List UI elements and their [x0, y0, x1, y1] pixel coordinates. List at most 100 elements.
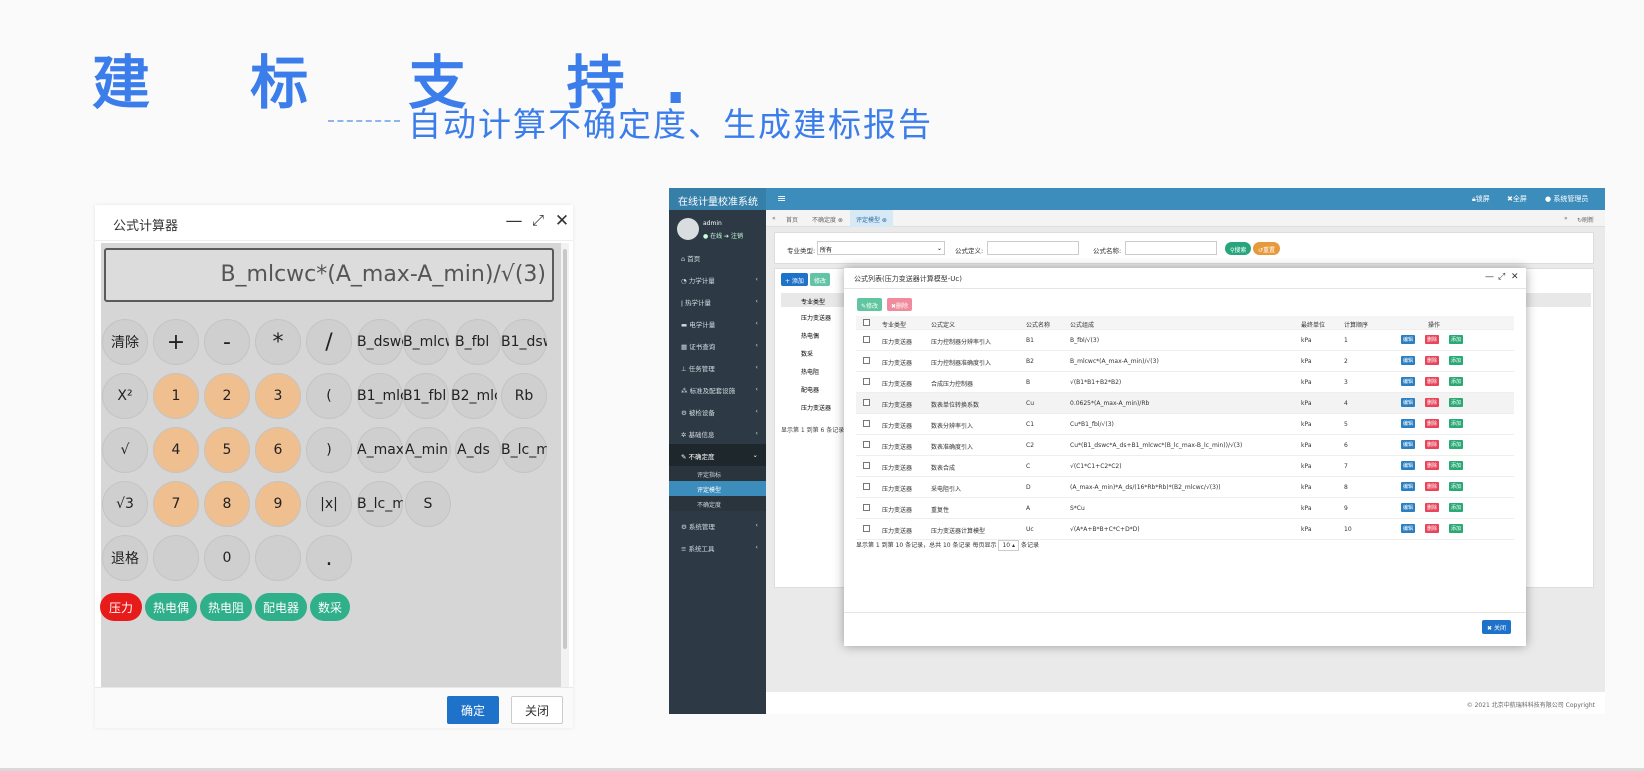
row-checkbox[interactable]	[863, 399, 870, 406]
delete-row-button[interactable]: 删除	[1425, 356, 1440, 365]
admin-user-menu[interactable]: ● 系统管理员	[1545, 194, 1588, 204]
sidebar-subitem-models[interactable]: 评定模型	[669, 481, 766, 496]
table-row[interactable]: 压力变送器 数表合成 C √(C1*C1+C2*C2) kPa 7 编辑 删除 添加	[856, 456, 1514, 477]
sidebar-item-tasks[interactable]: ⊥ 任务管理 ‹	[669, 356, 766, 378]
sidebar-item-uncertainty[interactable]: ✎ 不确定度 ⌄	[669, 444, 766, 466]
lock-screen-link[interactable]: 🔒︎锁屏	[1472, 194, 1490, 204]
close-button[interactable]: 关闭	[511, 696, 563, 724]
modal-delete-button[interactable]: ✖删除	[887, 298, 913, 311]
empty-key-1[interactable]	[153, 535, 199, 581]
digit-6-key[interactable]: 6	[255, 427, 301, 473]
sidebar-subitem-indicators[interactable]: 评定指标	[669, 466, 766, 481]
column-header[interactable]: 计算顺序	[1344, 320, 1368, 329]
maximize-icon[interactable]: ⤢	[527, 211, 549, 229]
table-row[interactable]: 压力变送器 压力控制器准确度引入 B2 B_mlcwc*(A_max-A_min)/√…	[856, 351, 1514, 372]
row-checkbox[interactable]	[863, 504, 870, 511]
var-key-b1-dswc[interactable]: B1_dswc	[501, 319, 547, 365]
var-key-b2-mlcwc[interactable]: B2_mlcwc	[451, 373, 497, 419]
edit-row-button[interactable]: 编辑	[1401, 440, 1416, 449]
sidebar-item-devices[interactable]: ⚙ 被检设备 ‹	[669, 400, 766, 422]
add-row-button[interactable]: 添加	[1449, 419, 1464, 428]
sidebar-user-status[interactable]: ● 在线 ➔ 注销	[703, 231, 743, 240]
delete-row-button[interactable]: 删除	[1425, 377, 1440, 386]
tab-uncertainty[interactable]: 不确定度 ⊗	[806, 210, 849, 227]
var-key-a-max[interactable]: A_max	[357, 427, 403, 473]
var-key-a-min[interactable]: A_min	[405, 427, 451, 473]
add-row-button[interactable]: 添加	[1449, 524, 1464, 533]
delete-row-button[interactable]: 删除	[1425, 524, 1440, 533]
add-row-button[interactable]: 添加	[1449, 503, 1464, 512]
edit-row-button[interactable]: 编辑	[1401, 377, 1416, 386]
refresh-tab[interactable]: ↻刷新	[1571, 210, 1600, 227]
delete-row-button[interactable]: 删除	[1425, 419, 1440, 428]
right-paren-key[interactable]: )	[306, 427, 352, 473]
edit-row-button[interactable]: 编辑	[1401, 398, 1416, 407]
calculator-scrollbar[interactable]	[561, 243, 569, 687]
add-row-button[interactable]: 添加	[1449, 356, 1464, 365]
sqrt-key[interactable]: √	[102, 427, 148, 473]
sidebar-item-system[interactable]: ⚙ 系统管理 ‹	[669, 514, 766, 536]
sqrt3-key[interactable]: √3	[102, 481, 148, 527]
menu-toggle-icon[interactable]: ≡	[777, 192, 786, 205]
row-checkbox[interactable]	[863, 525, 870, 532]
row-checkbox[interactable]	[863, 378, 870, 385]
table-row[interactable]: 压力变送器 重复性 A S*Cu kPa 9 编辑 删除 添加	[856, 498, 1514, 519]
sidebar-item-certificates[interactable]: ▦ 证书查询 ‹	[669, 334, 766, 356]
formula-display[interactable]: B_mlcwc*(A_max-A_min)/√(3)	[104, 248, 554, 302]
edit-button-bg[interactable]: 修改	[810, 273, 831, 286]
select-all-checkbox[interactable]	[863, 319, 870, 326]
var-key-rb[interactable]: Rb	[501, 373, 547, 419]
add-row-button[interactable]: 添加	[1449, 398, 1464, 407]
table-row[interactable]: 压力变送器 采电阻引入 D (A_max-A_min)*A_ds/(16*Rb*Rb)…	[856, 477, 1514, 498]
edit-row-button[interactable]: 编辑	[1401, 524, 1416, 533]
sidebar-item-basic-info[interactable]: ✲ 基础信息 ‹	[669, 422, 766, 444]
category-thermocouple[interactable]: 热电偶	[145, 593, 197, 621]
add-row-button[interactable]: 添加	[1449, 377, 1464, 386]
table-row[interactable]: 压力变送器 合成压力控制器 B √(B1*B1+B2*B2) kPa 3 编辑 删除 添加	[856, 372, 1514, 393]
var-key-b-mlcwc[interactable]: B_mlcwc	[403, 319, 449, 365]
tab-home[interactable]: 首页	[780, 210, 804, 227]
edit-row-button[interactable]: 编辑	[1401, 335, 1416, 344]
delete-row-button[interactable]: 删除	[1425, 503, 1440, 512]
table-row[interactable]: 压力变送器 压力控制器分辨率引入 B1 B_fbl/√(3) kPa 1 编辑 删除 添加	[856, 330, 1514, 351]
delete-row-button[interactable]: 删除	[1425, 440, 1440, 449]
table-row[interactable]: 压力变送器 压力变送器计算模型 Uc √(A*A+B*B+C*C+D*D) kPa 10 编…	[856, 519, 1514, 540]
system-brand[interactable]: 在线计量校准系统	[669, 188, 766, 210]
digit-8-key[interactable]: 8	[204, 481, 250, 527]
var-key-a-ds[interactable]: A_ds	[455, 427, 501, 473]
var-key-b1-fbl[interactable]: B1_fbl	[403, 373, 449, 419]
var-key-b-fbl[interactable]: B_fbl	[455, 319, 501, 365]
digit-4-key[interactable]: 4	[153, 427, 199, 473]
edit-row-button[interactable]: 编辑	[1401, 461, 1416, 470]
digit-3-key[interactable]: 3	[255, 373, 301, 419]
row-checkbox[interactable]	[863, 441, 870, 448]
delete-row-button[interactable]: 删除	[1425, 398, 1440, 407]
digit-7-key[interactable]: 7	[153, 481, 199, 527]
reset-button[interactable]: ↺重置	[1253, 242, 1281, 255]
modal-edit-button[interactable]: ✎修改	[857, 298, 883, 311]
plus-key[interactable]: +	[153, 319, 199, 365]
edit-row-button[interactable]: 编辑	[1401, 356, 1416, 365]
close-icon[interactable]: ✕	[1511, 272, 1519, 282]
column-header[interactable]: 公式定义	[931, 320, 955, 329]
maximize-icon[interactable]: ⤢	[1498, 272, 1505, 282]
sidebar-item-home[interactable]: ⌂ 首页	[669, 246, 766, 268]
row-checkbox[interactable]	[863, 357, 870, 364]
minimize-icon[interactable]: —	[1485, 272, 1494, 282]
empty-key-2[interactable]	[255, 535, 301, 581]
minimize-icon[interactable]: —	[503, 211, 525, 231]
delete-row-button[interactable]: 删除	[1425, 482, 1440, 491]
delete-row-button[interactable]: 删除	[1425, 461, 1440, 470]
add-row-button[interactable]: 添加	[1449, 335, 1464, 344]
sidebar-item-electrical[interactable]: ▬ 电学计量 ‹	[669, 312, 766, 334]
row-checkbox[interactable]	[863, 483, 870, 490]
add-row-button[interactable]: 添加	[1449, 440, 1464, 449]
var-key-b-lc-min[interactable]: B_lc_min	[357, 481, 403, 527]
divide-key[interactable]: /	[306, 319, 352, 365]
category-distributor[interactable]: 配电器	[255, 593, 307, 621]
sidebar-subitem-uncertainty[interactable]: 不确定度	[669, 496, 766, 511]
add-row-button[interactable]: 添加	[1449, 461, 1464, 470]
digit-2-key[interactable]: 2	[204, 373, 250, 419]
table-row[interactable]: 压力变送器 数表分辨率引入 C1 Cu*B1_fbl/√(3) kPa 5 编辑 删除 添加	[856, 414, 1514, 435]
modal-close-button[interactable]: ✖ 关闭	[1482, 620, 1511, 634]
